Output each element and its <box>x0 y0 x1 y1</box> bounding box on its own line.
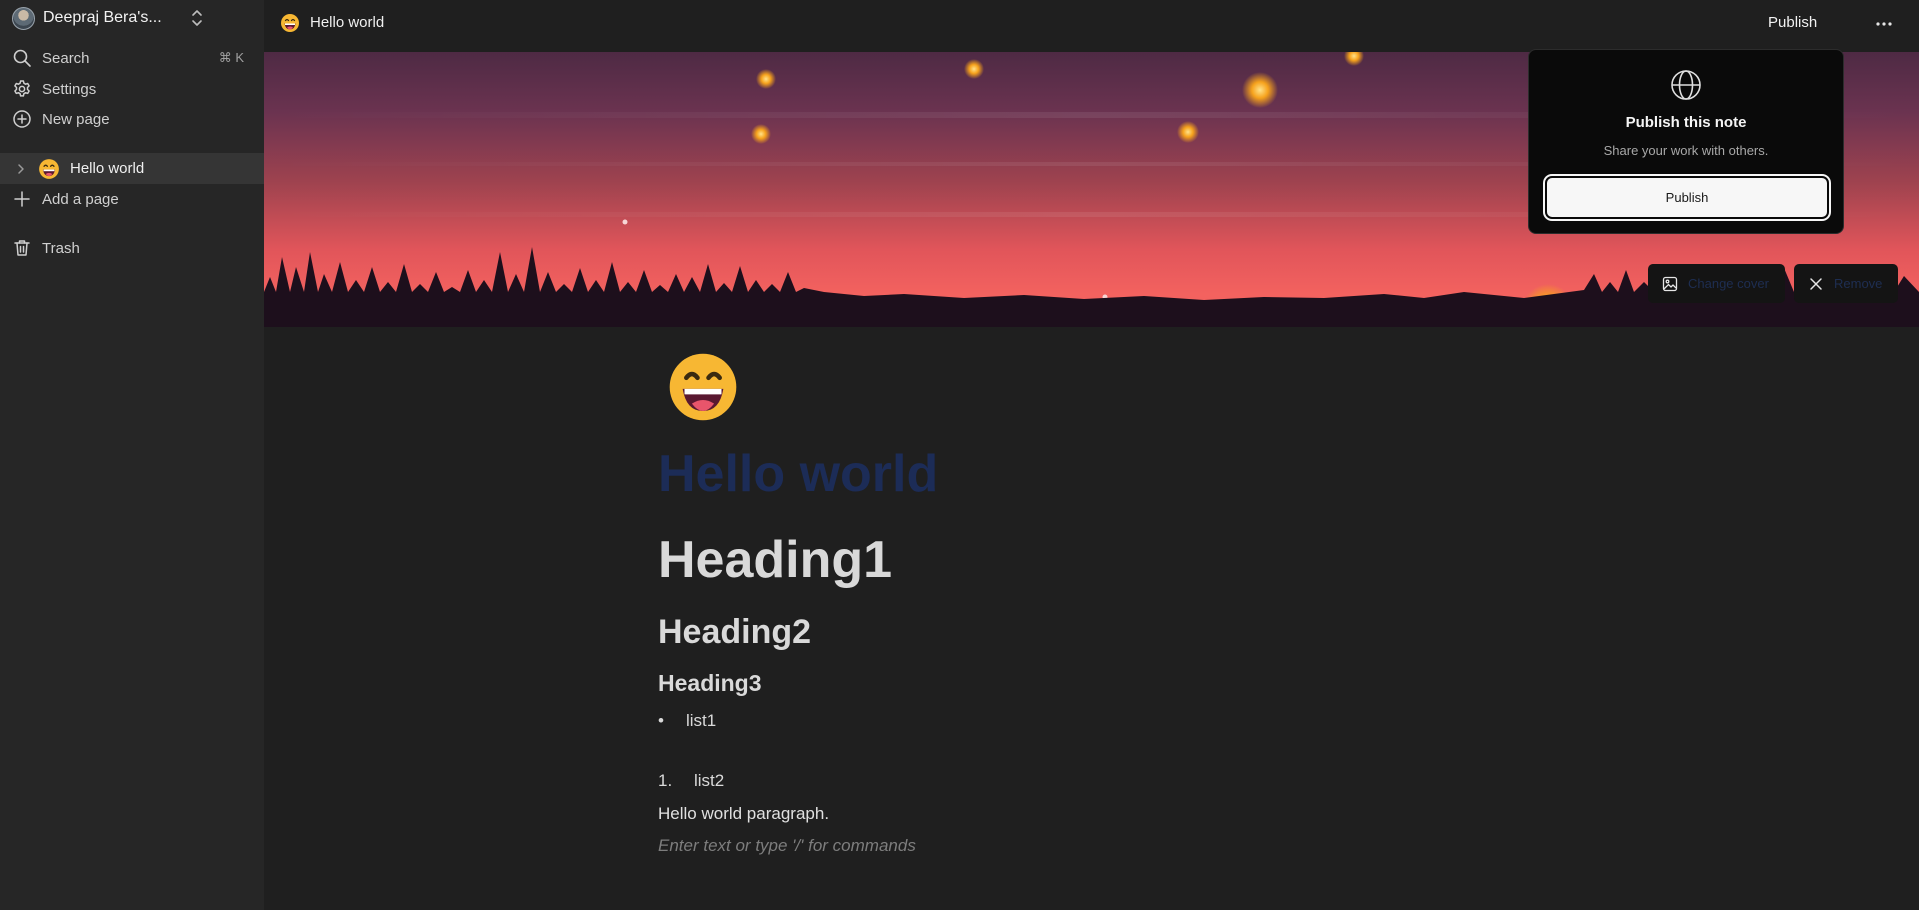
sidebar-trash[interactable]: Trash <box>12 236 252 260</box>
bullet-list-item[interactable]: • list1 <box>658 711 716 731</box>
popover-subtitle: Share your work with others. <box>1603 143 1769 158</box>
sidebar-settings[interactable]: Settings <box>12 77 252 101</box>
chevron-right-icon[interactable] <box>14 162 28 176</box>
editor-placeholder[interactable]: Enter text or type '/' for commands <box>658 836 916 856</box>
heading-2[interactable]: Heading2 <box>658 613 811 652</box>
breadcrumb-title[interactable]: Hello world <box>310 14 384 31</box>
image-icon <box>1662 276 1678 291</box>
bullet-list-text: list1 <box>686 711 717 730</box>
change-cover-button[interactable]: Change cover <box>1648 264 1785 303</box>
sidebar: Deepraj Bera's... Search ⌘ K Settings Ne… <box>0 0 264 910</box>
remove-cover-button[interactable]: Remove <box>1794 264 1898 303</box>
avatar <box>12 6 35 30</box>
paragraph[interactable]: Hello world paragraph. <box>658 804 829 824</box>
plus-icon <box>14 191 30 207</box>
sidebar-settings-label: Settings <box>42 80 97 98</box>
heading-3[interactable]: Heading3 <box>658 670 762 697</box>
trash-icon <box>14 240 30 256</box>
popover-title: Publish this note <box>1625 114 1747 131</box>
change-cover-label: Change cover <box>1688 276 1769 291</box>
sidebar-trash-label: Trash <box>42 239 80 257</box>
workspace-name: Deepraj Bera's... <box>43 9 162 26</box>
page-title[interactable]: Hello world <box>658 444 938 504</box>
sidebar-search[interactable]: Search ⌘ K <box>12 46 252 70</box>
bullet-marker: • <box>658 711 664 730</box>
ordered-list-text: list2 <box>694 771 725 790</box>
sidebar-new-page[interactable]: New page <box>12 107 252 131</box>
sidebar-search-label: Search <box>42 49 90 67</box>
plus-circle-icon <box>13 110 31 128</box>
ordered-list-item[interactable]: 1. list2 <box>658 771 724 791</box>
top-bar: Hello world Publish <box>264 0 1919 52</box>
ordered-list-marker: 1. <box>658 771 673 790</box>
chevrons-up-down-icon <box>192 10 202 26</box>
search-shortcut: ⌘ K <box>218 50 244 65</box>
remove-cover-label: Remove <box>1834 276 1883 291</box>
workspace-switcher[interactable]: Deepraj Bera's... <box>12 6 252 30</box>
search-icon <box>13 49 31 67</box>
globe-icon <box>1671 70 1701 100</box>
grinning-face-icon <box>39 158 59 179</box>
sidebar-new-page-label: New page <box>42 110 110 128</box>
close-icon <box>1810 277 1822 290</box>
heading-1[interactable]: Heading1 <box>658 530 892 590</box>
more-horizontal-icon[interactable] <box>1874 14 1894 34</box>
grinning-face-icon <box>281 14 299 32</box>
popover-publish-button[interactable]: Publish <box>1545 176 1829 219</box>
page-emoji-icon[interactable] <box>666 350 740 424</box>
gear-icon <box>14 80 30 97</box>
sidebar-add-page[interactable]: Add a page <box>12 187 252 211</box>
sidebar-item-hello-world[interactable]: Hello world <box>0 153 264 184</box>
sidebar-item-label: Hello world <box>70 160 145 177</box>
publish-popover: Publish this note Share your work with o… <box>1528 49 1844 234</box>
publish-button[interactable]: Publish <box>1768 14 1817 31</box>
sidebar-add-page-label: Add a page <box>42 190 119 208</box>
